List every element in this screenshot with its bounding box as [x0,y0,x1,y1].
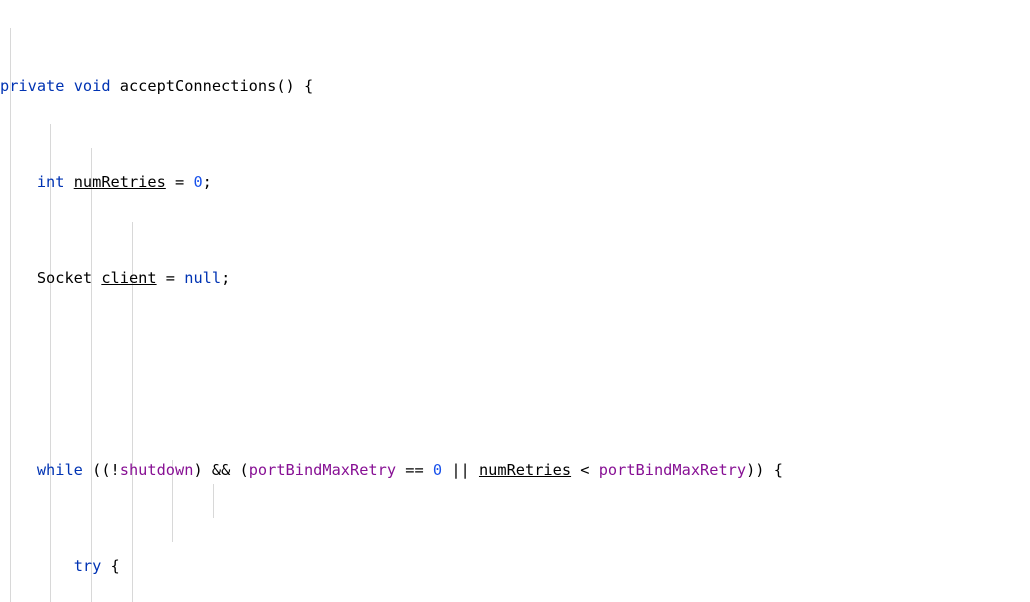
code-line-6[interactable]: try { [0,554,1030,578]
code-content[interactable]: private void acceptConnections() { int n… [0,0,1030,602]
token-number: 0 [193,173,203,191]
token-text: = [156,269,185,287]
token-text: < [571,461,599,479]
token-type: Socket [36,269,93,287]
token-field: shutdown [119,461,194,479]
token-text: )) { [746,461,783,479]
code-editor-pane[interactable]: private void acceptConnections() { int n… [0,0,1030,602]
token-text: ; [221,269,231,287]
token-keyword: private [0,77,65,95]
code-line-3[interactable]: Socket client = null; [0,266,1030,290]
code-line-1[interactable]: private void acceptConnections() { [0,74,1030,98]
token-keyword: try [73,557,102,575]
token-text: == [396,461,433,479]
token-local-var: client [101,269,157,287]
token-field: portBindMaxRetry [248,461,397,479]
token-keyword: int [36,173,65,191]
token-keyword: null [184,269,222,287]
token-text: || [442,461,479,479]
token-local-var: numRetries [478,461,572,479]
token-text: ((! [82,461,120,479]
token-text: ) && ( [193,461,249,479]
token-keyword: void [73,77,111,95]
code-line-5[interactable]: while ((!shutdown) && (portBindMaxRetry … [0,458,1030,482]
token-number: 0 [432,461,443,479]
token-text: ; [202,173,212,191]
token-text: = [165,173,194,191]
token-method-name: acceptConnections [119,77,277,95]
token-text: { [101,557,120,575]
code-line-2[interactable]: int numRetries = 0; [0,170,1030,194]
token-text: () { [276,77,314,95]
token-keyword: while [36,461,83,479]
token-local-var: numRetries [73,173,166,191]
code-line-4[interactable] [0,362,1030,386]
token-field: portBindMaxRetry [598,461,747,479]
